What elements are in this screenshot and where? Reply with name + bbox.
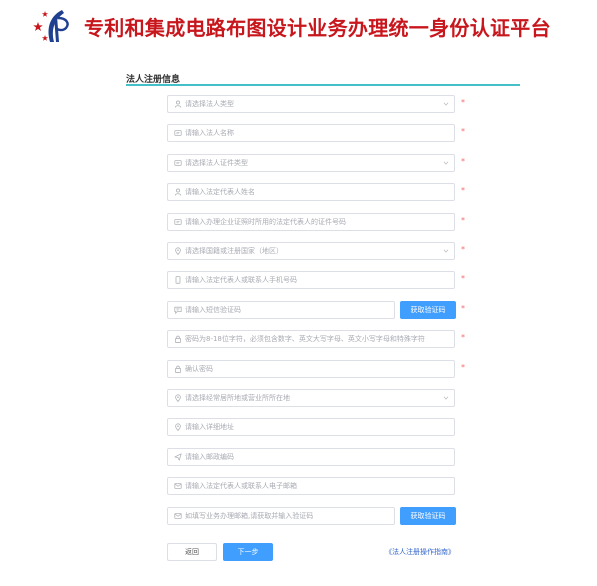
required-mark: *: [461, 363, 465, 372]
input-15[interactable]: 如填写业务办理邮箱,请获取并输入验证码: [167, 507, 395, 525]
input-14[interactable]: 请输入法定代表人或联系人电子邮箱: [167, 477, 455, 495]
input-2[interactable]: 请输入法人名称: [167, 124, 455, 142]
section-divider: [126, 84, 520, 86]
required-mark: *: [461, 157, 465, 166]
select-6[interactable]: 请选择国籍或注册国家（地区）: [167, 242, 455, 260]
field-placeholder: 请选择国籍或注册国家（地区）: [185, 247, 283, 255]
input-9[interactable]: 密码为8-18位字符，必须包含数字、英文大写字母、英文小写字母和特殊字符: [167, 330, 455, 348]
required-mark: *: [461, 127, 465, 136]
required-mark: *: [461, 98, 465, 107]
chevron-down-icon: [443, 248, 449, 254]
user-icon: [174, 100, 182, 108]
input-5[interactable]: 请输入办理企业证照时所用的法定代表人的证件号码: [167, 213, 455, 231]
lock-icon: [174, 365, 182, 373]
logo-icon: [33, 10, 69, 42]
chevron-down-icon: [443, 395, 449, 401]
get-verification-code-button[interactable]: 获取验证码: [400, 507, 456, 525]
field-placeholder: 确认密码: [185, 365, 213, 373]
mail-icon: [174, 482, 182, 490]
field-placeholder: 请输入短信验证码: [185, 306, 241, 314]
chevron-down-icon: [443, 101, 449, 107]
registration-guide-link[interactable]: 《法人注册操作指南》: [385, 547, 455, 557]
required-mark: *: [461, 216, 465, 225]
field-placeholder: 请输入法定代表人姓名: [185, 188, 255, 196]
phone-icon: [174, 276, 182, 284]
id-card-icon: [174, 218, 182, 226]
required-mark: *: [461, 245, 465, 254]
get-verification-code-button[interactable]: 获取验证码: [400, 301, 456, 319]
required-mark: *: [461, 274, 465, 283]
mail-icon: [174, 512, 182, 520]
field-placeholder: 如填写业务办理邮箱,请获取并输入验证码: [185, 512, 314, 520]
input-13[interactable]: 请输入邮政编码: [167, 448, 455, 466]
send-icon: [174, 453, 182, 461]
input-12[interactable]: 请输入详细地址: [167, 418, 455, 436]
lock-icon: [174, 335, 182, 343]
field-placeholder: 请输入详细地址: [185, 423, 234, 431]
select-3[interactable]: 请选择法人证件类型: [167, 154, 455, 172]
field-placeholder: 请选择法人类型: [185, 100, 234, 108]
location-icon: [174, 423, 182, 431]
input-7[interactable]: 请输入法定代表人或联系人手机号码: [167, 271, 455, 289]
input-10[interactable]: 确认密码: [167, 360, 455, 378]
field-placeholder: 请选择法人证件类型: [185, 159, 248, 167]
chevron-down-icon: [443, 160, 449, 166]
id-card-icon: [174, 129, 182, 137]
id-card-icon: [174, 159, 182, 167]
select-11[interactable]: 请选择经常居所地或营业所所在地: [167, 389, 455, 407]
back-button[interactable]: 返回: [167, 543, 217, 561]
site-title: 专利和集成电路布图设计业务办理统一身份认证平台: [84, 16, 551, 40]
required-mark: *: [461, 186, 465, 195]
input-8[interactable]: 请输入短信验证码: [167, 301, 395, 319]
required-mark: *: [461, 304, 465, 313]
field-placeholder: 请输入法定代表人或联系人电子邮箱: [185, 482, 297, 490]
field-placeholder: 请输入办理企业证照时所用的法定代表人的证件号码: [185, 218, 346, 226]
header: 专利和集成电路布图设计业务办理统一身份认证平台: [0, 0, 597, 52]
location-icon: [174, 247, 182, 255]
message-icon: [174, 306, 182, 314]
field-placeholder: 请输入邮政编码: [185, 453, 234, 461]
input-4[interactable]: 请输入法定代表人姓名: [167, 183, 455, 201]
field-placeholder: 密码为8-18位字符，必须包含数字、英文大写字母、英文小写字母和特殊字符: [185, 335, 425, 343]
field-placeholder: 请输入法人名称: [185, 129, 234, 137]
next-button[interactable]: 下一步: [223, 543, 273, 561]
field-placeholder: 请选择经常居所地或营业所所在地: [185, 394, 290, 402]
required-mark: *: [461, 333, 465, 342]
location-icon: [174, 394, 182, 402]
field-placeholder: 请输入法定代表人或联系人手机号码: [185, 276, 297, 284]
user-icon: [174, 188, 182, 196]
select-1[interactable]: 请选择法人类型: [167, 95, 455, 113]
